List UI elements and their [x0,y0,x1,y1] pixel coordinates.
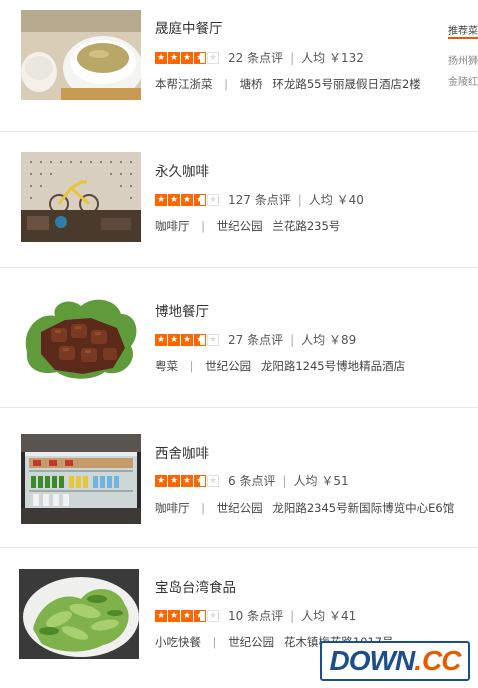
cuisine-tag[interactable]: 本帮江浙菜 [155,77,213,91]
star-rating: ★ ★ ★ ★ ★ [155,474,220,487]
restaurant-location: 粤菜 | 世纪公园 龙阳路1245号博地精品酒店 [155,358,405,374]
star-rating: ★ ★ ★ ★ ★ [155,333,220,346]
restaurant-name[interactable]: 宝岛台湾食品 [155,576,236,596]
avg-price: 人均 ￥40 [308,193,364,207]
star-icon: ★ [168,333,180,346]
review-count[interactable]: 27 条点评 [228,331,283,348]
star-icon: ★ [181,51,193,64]
star-empty-icon: ★ [207,333,219,346]
star-rating: ★ ★ ★ ★ ★ [155,609,220,622]
review-count[interactable]: 127 条点评 [228,191,291,208]
area-tag[interactable]: 世纪公园 [217,501,263,515]
separator: | [201,219,206,233]
area-tag[interactable]: 世纪公园 [228,635,274,649]
restaurant-name[interactable]: 西舍咖啡 [155,442,209,462]
separator: | [189,359,194,373]
star-icon: ★ [168,609,180,622]
separator: | [224,77,229,91]
avg-price: 人均 ￥89 [301,333,357,347]
restaurant-name[interactable]: 永久咖啡 [155,160,209,180]
separator: | [290,332,295,347]
restaurant-meta: ★ ★ ★ ★ ★ 10 条点评 | 人均 ￥41 [155,607,356,624]
restaurant-location: 咖啡厅 | 世纪公园 龙阳路2345号新国际博览中心E6馆 [155,500,454,516]
avg-price: 人均 ￥132 [301,51,364,65]
review-count[interactable]: 22 条点评 [228,49,283,66]
restaurant-meta: ★ ★ ★ ★ ★ 22 条点评 | 人均 ￥132 [155,49,364,66]
avg-price: 人均 ￥41 [301,609,357,623]
separator: | [212,635,217,649]
cuisine-tag[interactable]: 咖啡厅 [155,501,190,515]
restaurant-photo[interactable] [21,292,141,382]
restaurant-photo[interactable] [21,152,141,242]
address: 龙阳路2345号新国际博览中心E6馆 [272,501,455,515]
recommended-dishes-panel: 推荐菜 扬州狮子 金陵红烧 [448,0,478,140]
recommended-dish-item[interactable]: 金陵红烧 [448,73,478,88]
separator: | [290,608,295,623]
star-empty-icon: ★ [207,193,219,206]
separator: | [201,501,206,515]
address: 环龙路55号丽晟假日酒店2楼 [272,77,421,91]
restaurant-location: 本帮江浙菜 | 塘桥 环龙路55号丽晟假日酒店2楼 [155,76,421,92]
separator: | [290,50,295,65]
panel-underline [448,37,478,39]
star-icon: ★ [181,609,193,622]
area-tag[interactable]: 塘桥 [240,77,263,91]
braised-ribs-image [21,292,141,382]
star-rating: ★ ★ ★ ★ ★ [155,193,220,206]
star-empty-icon: ★ [207,51,219,64]
cuisine-tag[interactable]: 咖啡厅 [155,219,190,233]
avg-price: 人均 ￥51 [293,474,349,488]
recommended-dish-item[interactable]: 扬州狮子 [448,52,478,67]
restaurant-location: 咖啡厅 | 世纪公园 兰花路235号 [155,218,340,234]
separator: | [297,192,302,207]
restaurant-card[interactable]: 晟庭中餐厅 ★ ★ ★ ★ ★ 22 条点评 | 人均 ￥132 本帮江浙菜 |… [0,0,478,132]
star-icon: ★ [181,474,193,487]
restaurant-name[interactable]: 晟庭中餐厅 [155,17,223,37]
star-half-icon: ★ [194,609,206,622]
star-half-icon: ★ [194,51,206,64]
star-empty-icon: ★ [207,609,219,622]
recommended-dishes-title: 推荐菜 [448,26,478,37]
star-half-icon: ★ [194,474,206,487]
star-rating: ★ ★ ★ ★ ★ [155,51,220,64]
separator: | [282,473,287,488]
cafe-interior-image [21,152,141,242]
drink-fridge-image [21,434,141,524]
review-count[interactable]: 10 条点评 [228,607,283,624]
restaurant-meta: ★ ★ ★ ★ ★ 127 条点评 | 人均 ￥40 [155,191,364,208]
star-empty-icon: ★ [207,474,219,487]
star-half-icon: ★ [194,333,206,346]
area-tag[interactable]: 世纪公园 [205,359,251,373]
restaurant-card[interactable]: 永久咖啡 ★ ★ ★ ★ ★ 127 条点评 | 人均 ￥40 咖啡厅 | 世纪… [0,128,478,268]
star-icon: ★ [155,333,167,346]
restaurant-name[interactable]: 博地餐厅 [155,300,209,320]
star-icon: ★ [155,193,167,206]
star-icon: ★ [155,609,167,622]
star-half-icon: ★ [194,193,206,206]
star-icon: ★ [181,333,193,346]
restaurant-photo[interactable] [21,434,141,524]
address: 龙阳路1245号博地精品酒店 [260,359,406,373]
star-icon: ★ [168,51,180,64]
star-icon: ★ [181,193,193,206]
star-icon: ★ [155,474,167,487]
restaurant-photo[interactable] [19,569,139,659]
star-icon: ★ [155,51,167,64]
restaurant-meta: ★ ★ ★ ★ ★ 27 条点评 | 人均 ￥89 [155,331,356,348]
restaurant-card[interactable]: 博地餐厅 ★ ★ ★ ★ ★ 27 条点评 | 人均 ￥89 粤菜 | 世纪公园… [0,268,478,408]
down-cc-watermark-logo: DOWN. CC [320,641,470,681]
address: 兰花路235号 [272,219,341,233]
star-icon: ★ [168,193,180,206]
restaurant-meta: ★ ★ ★ ★ ★ 6 条点评 | 人均 ￥51 [155,472,349,489]
review-count[interactable]: 6 条点评 [228,472,275,489]
star-icon: ★ [168,474,180,487]
cuisine-tag[interactable]: 小吃快餐 [155,635,201,649]
cuisine-tag[interactable]: 粤菜 [155,359,178,373]
restaurant-photo[interactable] [21,10,141,100]
green-vegetables-image [19,569,139,659]
soup-bowl-image [21,10,141,100]
restaurant-card[interactable]: 西舍咖啡 ★ ★ ★ ★ ★ 6 条点评 | 人均 ￥51 咖啡厅 | 世纪公园… [0,408,478,548]
area-tag[interactable]: 世纪公园 [217,219,263,233]
